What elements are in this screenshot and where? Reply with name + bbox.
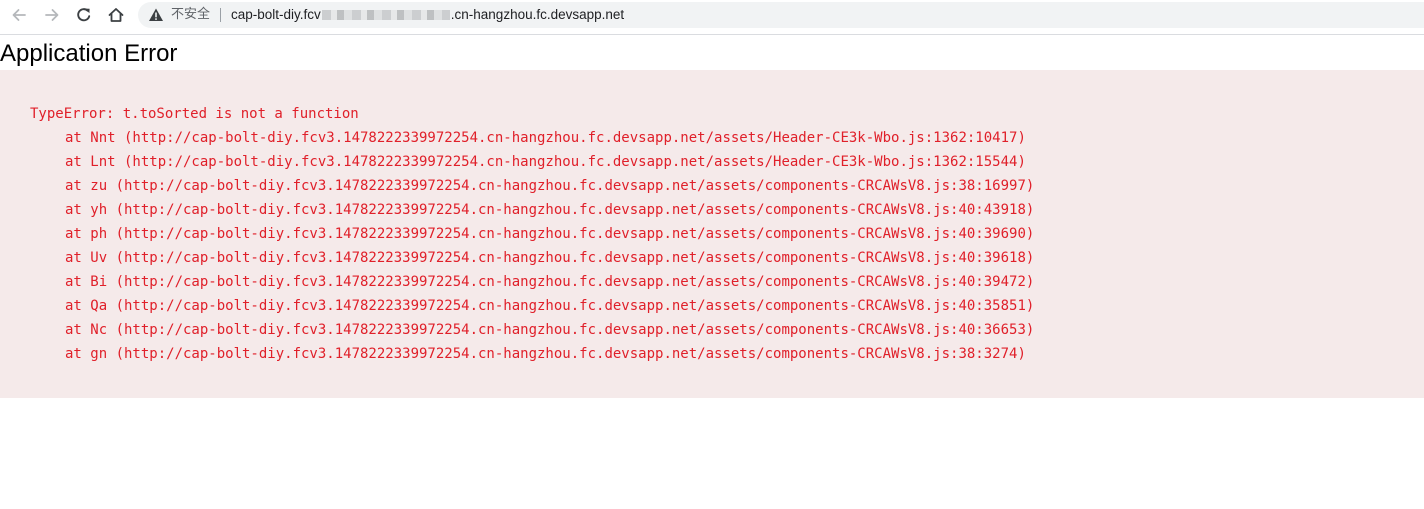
redacted-url-segment — [321, 10, 450, 20]
error-message: TypeError: t.toSorted is not a function — [30, 106, 359, 122]
stack-frame: at yh (http://cap-bolt-diy.fcv3.14782223… — [65, 202, 1035, 218]
stack-frame: at Uv (http://cap-bolt-diy.fcv3.14782223… — [65, 250, 1035, 266]
error-panel: TypeError: t.toSorted is not a function a… — [0, 70, 1424, 398]
stack-frame: at Qa (http://cap-bolt-diy.fcv3.14782223… — [65, 298, 1035, 314]
stack-frame: at Nnt (http://cap-bolt-diy.fcv3.1478222… — [65, 130, 1026, 146]
arrow-right-icon — [45, 9, 59, 21]
page-title: Application Error — [0, 40, 178, 67]
url-text[interactable]: cap-bolt-diy.fcv .cn-hangzhou.fc.devsapp… — [231, 6, 624, 24]
stack-frame: at Bi (http://cap-bolt-diy.fcv3.14782223… — [65, 274, 1035, 290]
url-prefix: cap-bolt-diy.fcv — [231, 7, 321, 22]
stack-frame: at zu (http://cap-bolt-diy.fcv3.14782223… — [65, 178, 1035, 194]
stack-frame: at Nc (http://cap-bolt-diy.fcv3.14782223… — [65, 322, 1035, 338]
reload-icon — [77, 8, 91, 22]
arrow-left-icon — [12, 9, 26, 21]
browser-toolbar: 不安全 cap-bolt-diy.fcv .cn-hangzhou.fc.dev… — [0, 0, 1424, 30]
home-icon — [108, 8, 124, 22]
error-stack: TypeError: t.toSorted is not a function a… — [30, 102, 1034, 366]
back-button[interactable] — [8, 4, 30, 26]
home-button[interactable] — [105, 4, 127, 26]
forward-button[interactable] — [41, 4, 63, 26]
url-suffix: .cn-hangzhou.fc.devsapp.net — [450, 7, 625, 22]
stack-frame: at ph (http://cap-bolt-diy.fcv3.14782223… — [65, 226, 1035, 242]
address-divider — [220, 8, 221, 22]
security-status-label[interactable]: 不安全 — [171, 6, 210, 24]
address-bar[interactable]: 不安全 cap-bolt-diy.fcv .cn-hangzhou.fc.dev… — [138, 2, 1424, 28]
stack-frame: at Lnt (http://cap-bolt-diy.fcv3.1478222… — [65, 154, 1026, 170]
warning-triangle-icon[interactable] — [148, 7, 164, 23]
stack-frame: at gn (http://cap-bolt-diy.fcv3.14782223… — [65, 346, 1026, 362]
toolbar-divider — [0, 34, 1424, 35]
reload-button[interactable] — [73, 4, 95, 26]
